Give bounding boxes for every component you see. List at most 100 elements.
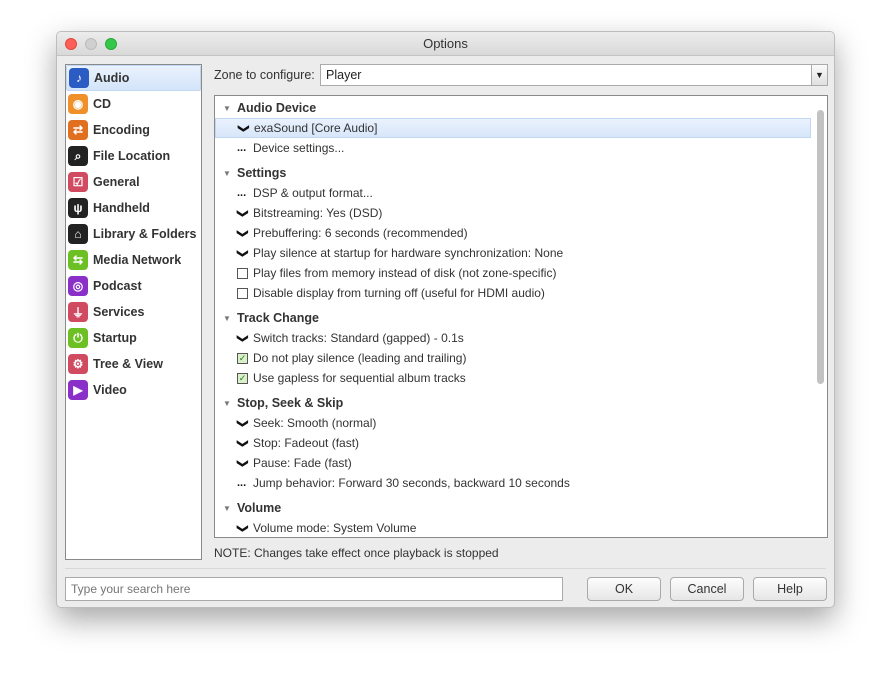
plug-icon: ⏚ bbox=[68, 302, 88, 322]
podcast-icon: ◎ bbox=[68, 276, 88, 296]
ellipsis-icon: ... bbox=[237, 142, 247, 154]
sidebar-item-handheld[interactable]: ψ Handheld bbox=[66, 195, 201, 221]
usb-icon: ψ bbox=[68, 198, 88, 218]
chevron-down-icon: ❯ bbox=[236, 228, 249, 238]
sidebar-item-library-folders[interactable]: ⌂ Library & Folders bbox=[66, 221, 201, 247]
section-header[interactable]: ▼ Track Change bbox=[215, 308, 811, 328]
settings-tree: ▼ Audio Device ❯ exaSound [Core Audio]... De… bbox=[214, 95, 828, 538]
sidebar-item-label: Tree & View bbox=[93, 357, 163, 371]
sidebar-item-label: Audio bbox=[94, 71, 130, 85]
option-label: Play files from memory instead of disk (… bbox=[253, 266, 557, 280]
chevron-down-icon: ❯ bbox=[236, 208, 249, 218]
cd-icon: ◉ bbox=[68, 94, 88, 114]
sidebar-item-services[interactable]: ⏚ Services bbox=[66, 299, 201, 325]
chevron-down-icon: ❯ bbox=[236, 418, 249, 428]
option-label: Stop, Seek & Skip bbox=[237, 396, 344, 410]
sidebar-item-podcast[interactable]: ◎ Podcast bbox=[66, 273, 201, 299]
title-bar: Options bbox=[57, 32, 834, 56]
dropdown-option[interactable]: ❯ Stop: Fadeout (fast) bbox=[215, 433, 811, 453]
sidebar-item-startup[interactable]: ⏻ Startup bbox=[66, 325, 201, 351]
power-icon: ⏻ bbox=[68, 328, 88, 348]
arrows-icon: ⇄ bbox=[68, 120, 88, 140]
note-text: NOTE: Changes take effect once playback … bbox=[214, 546, 499, 560]
zone-select[interactable]: Player ▼ bbox=[320, 64, 828, 86]
checkbox[interactable] bbox=[237, 267, 248, 279]
checkbox[interactable] bbox=[237, 287, 248, 299]
option-label: Settings bbox=[237, 166, 287, 180]
chevron-down-icon: ❯ bbox=[236, 248, 249, 258]
section-header[interactable]: ▼ Settings bbox=[215, 163, 811, 183]
sidebar-item-cd[interactable]: ◉ CD bbox=[66, 91, 201, 117]
option-label: exaSound [Core Audio] bbox=[254, 121, 378, 135]
dropdown-option[interactable]: ❯ Pause: Fade (fast) bbox=[215, 453, 811, 473]
sidebar-item-file-location[interactable]: ⌕ File Location bbox=[66, 143, 201, 169]
checkbox[interactable]: ✓ bbox=[237, 352, 248, 364]
zoom-button[interactable] bbox=[105, 38, 117, 50]
chevron-down-icon: ❯ bbox=[237, 123, 250, 133]
action-option[interactable]: ... Jump behavior: Forward 30 seconds, ba… bbox=[215, 473, 811, 493]
option-label: Prebuffering: 6 seconds (recommended) bbox=[253, 226, 468, 240]
sidebar-item-audio[interactable]: ♪ Audio bbox=[66, 65, 201, 91]
chevron-down-icon: ❯ bbox=[236, 523, 249, 533]
search-input[interactable] bbox=[65, 577, 563, 601]
checkbox[interactable]: ✓ bbox=[237, 372, 248, 384]
sidebar-item-label: Podcast bbox=[93, 279, 142, 293]
chevron-down-icon[interactable]: ▼ bbox=[811, 65, 827, 85]
sidebar-item-encoding[interactable]: ⇄ Encoding bbox=[66, 117, 201, 143]
sidebar-item-label: File Location bbox=[93, 149, 171, 163]
camera-icon: ▶ bbox=[68, 380, 88, 400]
dropdown-option[interactable]: ❯ Seek: Smooth (normal) bbox=[215, 413, 811, 433]
option-label: Switch tracks: Standard (gapped) - 0.1s bbox=[253, 331, 464, 345]
cancel-button[interactable]: Cancel bbox=[670, 577, 744, 601]
dropdown-option[interactable]: ❯ exaSound [Core Audio] bbox=[215, 118, 811, 138]
minimize-button[interactable] bbox=[85, 38, 97, 50]
sidebar-item-label: CD bbox=[93, 97, 112, 111]
sidebar-item-media-network[interactable]: ⇆ Media Network bbox=[66, 247, 201, 273]
sidebar-item-video[interactable]: ▶ Video bbox=[66, 377, 201, 403]
sidebar-item-label: Media Network bbox=[93, 253, 182, 267]
sidebar-item-label: Library & Folders bbox=[93, 227, 197, 241]
sidebar-item-label: Handheld bbox=[93, 201, 150, 215]
option-label: Do not play silence (leading and trailin… bbox=[253, 351, 467, 365]
dropdown-option[interactable]: ❯ Prebuffering: 6 seconds (recommended) bbox=[215, 223, 811, 243]
dropdown-option[interactable]: ❯ Volume mode: System Volume bbox=[215, 518, 811, 537]
checkbox-option[interactable]: ✓ Do not play silence (leading and traili… bbox=[215, 348, 811, 368]
close-button[interactable] bbox=[65, 38, 77, 50]
checkbox-option[interactable]: ✓ Use gapless for sequential album tracks bbox=[215, 368, 811, 388]
option-label: Bitstreaming: Yes (DSD) bbox=[253, 206, 383, 220]
network-icon: ⇆ bbox=[68, 250, 88, 270]
divider bbox=[65, 568, 826, 569]
option-label: Volume bbox=[237, 501, 282, 515]
action-option[interactable]: ... DSP & output format... bbox=[215, 183, 811, 203]
chevron-down-icon: ❯ bbox=[236, 458, 249, 468]
section-header[interactable]: ▼ Volume bbox=[215, 498, 811, 518]
scrollbar[interactable] bbox=[817, 110, 824, 384]
dropdown-option[interactable]: ❯ Play silence at startup for hardware sy… bbox=[215, 243, 811, 263]
sidebar-item-label: General bbox=[93, 175, 140, 189]
gear-icon: ⚙ bbox=[68, 354, 88, 374]
option-label: Device settings... bbox=[253, 141, 345, 155]
triangle-down-icon: ▼ bbox=[223, 313, 231, 323]
ellipsis-icon: ... bbox=[237, 477, 247, 489]
sidebar-item-label: Encoding bbox=[93, 123, 150, 137]
ellipsis-icon: ... bbox=[237, 187, 247, 199]
dropdown-option[interactable]: ❯ Bitstreaming: Yes (DSD) bbox=[215, 203, 811, 223]
sidebar-item-general[interactable]: ☑ General bbox=[66, 169, 201, 195]
triangle-down-icon: ▼ bbox=[223, 103, 231, 113]
section-header[interactable]: ▼ Audio Device bbox=[215, 98, 811, 118]
action-option[interactable]: ... Device settings... bbox=[215, 138, 811, 158]
ok-button[interactable]: OK bbox=[587, 577, 661, 601]
category-sidebar: ♪ Audio ◉ CD ⇄ Encoding ⌕ File Location ☑ General… bbox=[65, 64, 202, 560]
music-note-icon: ♪ bbox=[69, 68, 89, 88]
dropdown-option[interactable]: ❯ Switch tracks: Standard (gapped) - 0.1s bbox=[215, 328, 811, 348]
checkbox-option[interactable]: Disable display from turning off (useful… bbox=[215, 283, 811, 303]
zone-label: Zone to configure: bbox=[214, 68, 315, 82]
zone-value: Player bbox=[326, 68, 362, 82]
option-label: Disable display from turning off (useful… bbox=[253, 286, 545, 300]
window-title: Options bbox=[423, 36, 468, 51]
checkbox-option[interactable]: Play files from memory instead of disk (… bbox=[215, 263, 811, 283]
section-header[interactable]: ▼ Stop, Seek & Skip bbox=[215, 393, 811, 413]
sidebar-item-tree-view[interactable]: ⚙ Tree & View bbox=[66, 351, 201, 377]
help-button[interactable]: Help bbox=[753, 577, 827, 601]
option-label: Seek: Smooth (normal) bbox=[253, 416, 377, 430]
